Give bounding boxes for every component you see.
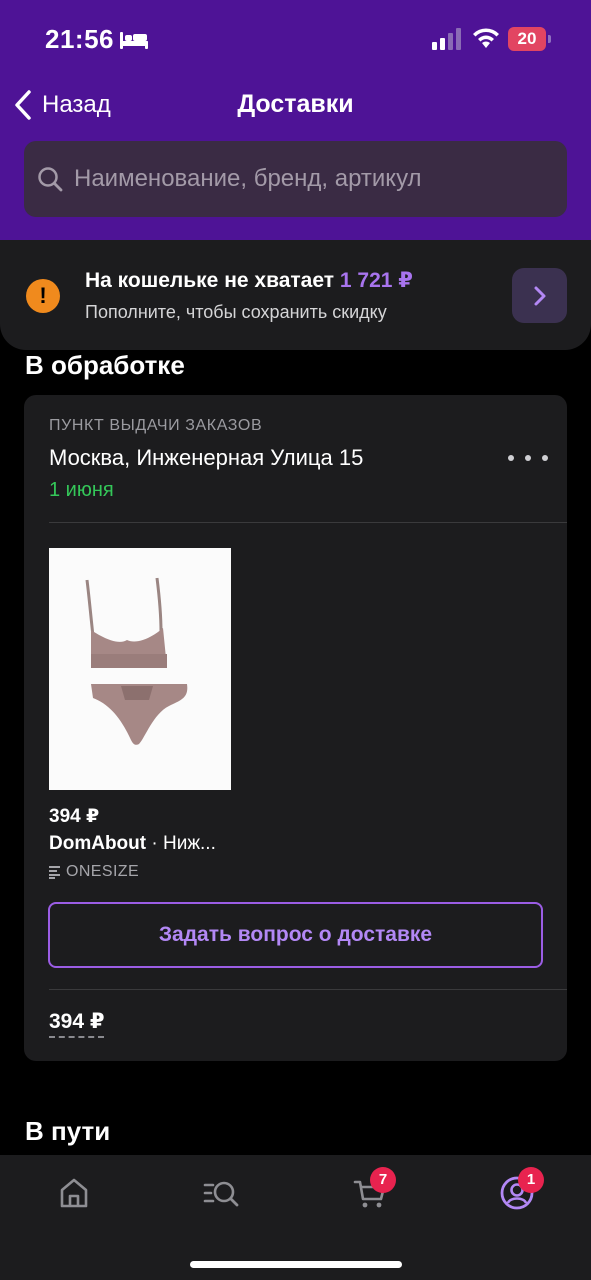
size-lines-icon xyxy=(49,865,60,879)
wallet-topup-button[interactable] xyxy=(512,268,567,323)
wifi-icon xyxy=(473,28,499,48)
product-size: ONESIZE xyxy=(49,863,139,881)
divider xyxy=(49,522,567,523)
tab-profile[interactable]: 1 xyxy=(492,1167,544,1213)
order-card: ПУНКТ ВЫДАЧИ ЗАКАЗОВ Москва, Инженерная … xyxy=(24,395,567,1061)
header: 21:56 20 Назад Доставки Наименование, бр… xyxy=(0,0,591,240)
more-dot xyxy=(542,455,548,461)
product-brand: DomAbout xyxy=(49,833,147,854)
cart-badge: 7 xyxy=(370,1167,396,1193)
divider xyxy=(49,989,567,990)
page-title: Доставки xyxy=(237,90,354,118)
search-icon xyxy=(38,167,63,192)
tab-home[interactable] xyxy=(49,1173,99,1213)
wallet-warning-title: На кошельке не хватает 1 721 ₽ xyxy=(85,268,413,293)
home-icon xyxy=(60,1178,88,1208)
battery-indicator: 20 xyxy=(508,27,552,51)
more-dot xyxy=(508,455,514,461)
status-bar: 21:56 20 xyxy=(0,0,591,80)
product-title: · Ниж... xyxy=(146,833,216,854)
pickup-address: Москва, Инженерная Улица 15 xyxy=(49,445,364,470)
wallet-warning-text: На кошельке не хватает xyxy=(85,269,335,292)
nav-bar: Назад Доставки xyxy=(0,82,591,128)
pickup-point-label: ПУНКТ ВЫДАЧИ ЗАКАЗОВ xyxy=(49,417,263,434)
search-input[interactable] xyxy=(74,165,534,193)
battery-level: 20 xyxy=(508,27,546,51)
warning-icon: ! xyxy=(26,279,60,313)
ask-delivery-question-button[interactable]: Задать вопрос о доставке xyxy=(48,902,543,968)
wallet-warning-subtitle: Пополните, чтобы сохранить скидку xyxy=(85,302,387,322)
section-title-in-transit: В пути xyxy=(25,1116,111,1146)
order-total[interactable]: 394 ₽ xyxy=(49,1009,105,1038)
profile-badge: 1 xyxy=(518,1167,544,1193)
section-title-processing: В обработке xyxy=(25,350,185,380)
delivery-date: 1 июня xyxy=(49,479,114,501)
cellular-signal-icon xyxy=(432,28,461,50)
lingerie-set-image xyxy=(85,577,188,745)
search-bar[interactable] xyxy=(24,141,567,217)
tab-catalog[interactable] xyxy=(196,1173,246,1213)
chevron-right-icon xyxy=(534,286,545,305)
bed-icon xyxy=(120,32,148,49)
product-size-label: ONESIZE xyxy=(66,863,140,880)
status-time: 21:56 xyxy=(45,24,114,54)
more-dot xyxy=(525,455,531,461)
wallet-warning-card[interactable] xyxy=(0,240,591,350)
tab-cart[interactable]: 7 xyxy=(345,1167,396,1213)
battery-tip xyxy=(548,35,551,43)
product-image[interactable] xyxy=(49,548,231,790)
product-name: DomAbout · Ниж... xyxy=(49,833,216,855)
catalog-search-icon xyxy=(203,1181,239,1207)
product-price: 394 ₽ xyxy=(49,806,100,827)
wallet-missing-amount: 1 721 ₽ xyxy=(339,269,413,292)
more-options-button[interactable] xyxy=(508,447,548,469)
home-indicator xyxy=(190,1261,402,1268)
